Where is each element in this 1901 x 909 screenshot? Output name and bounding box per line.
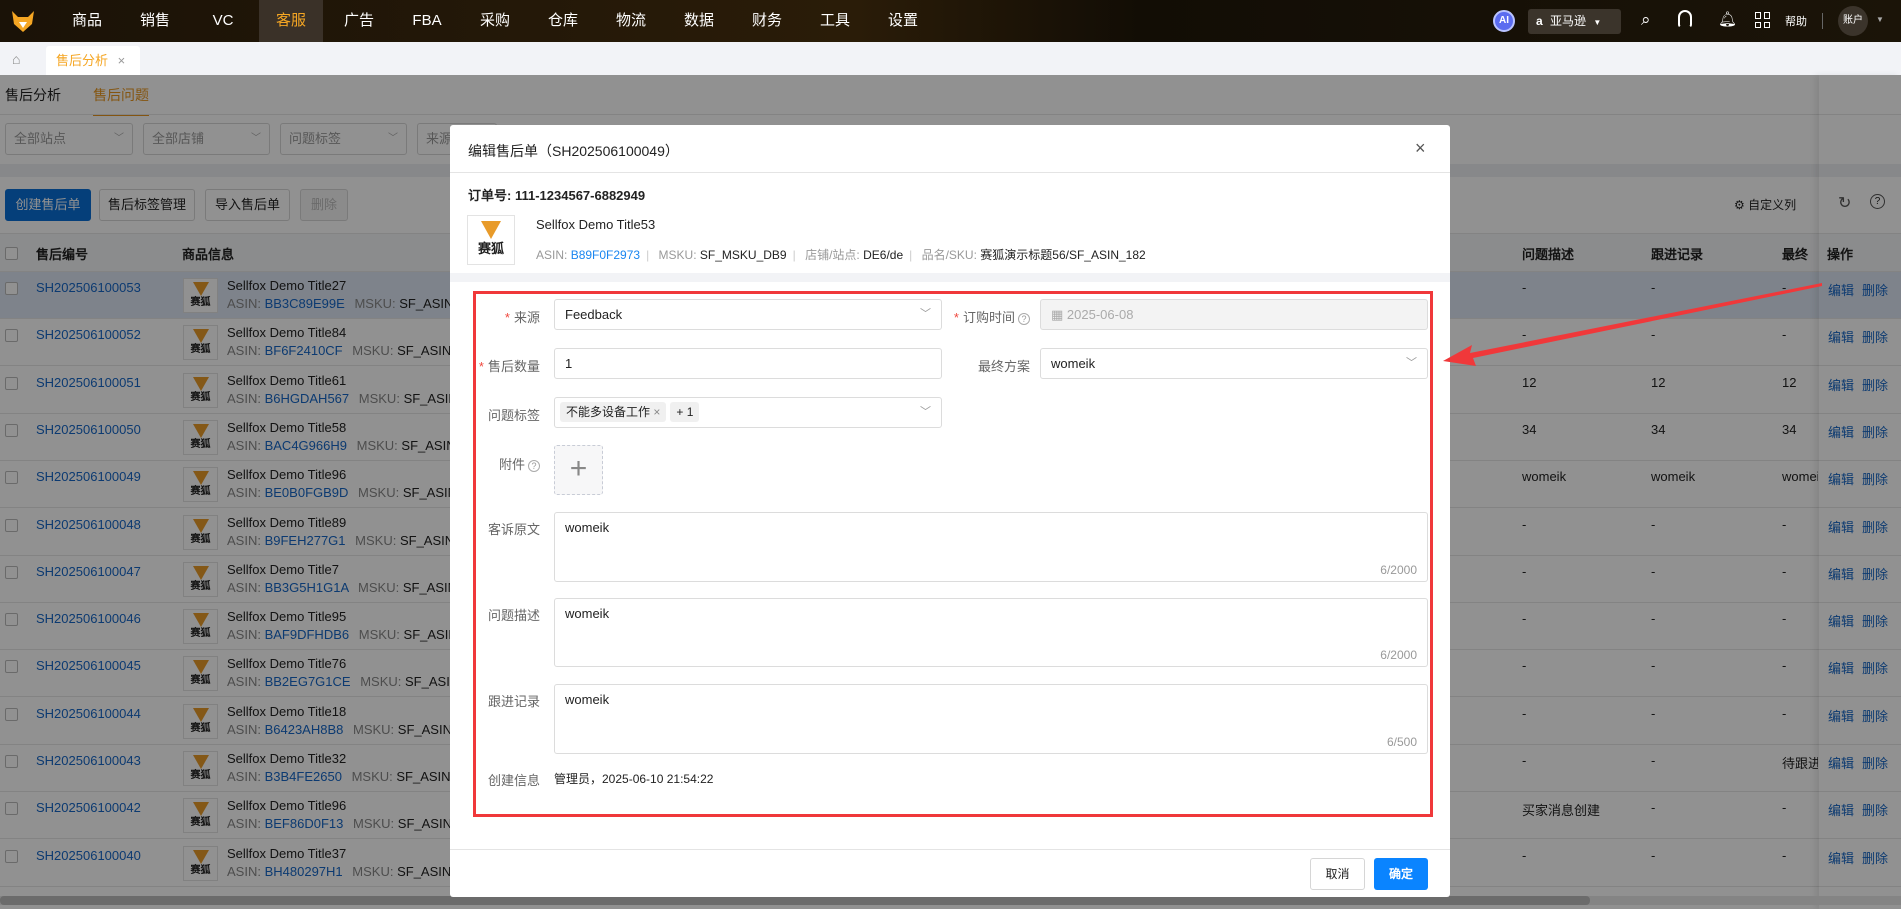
annotation-arrow <box>1443 283 1822 366</box>
